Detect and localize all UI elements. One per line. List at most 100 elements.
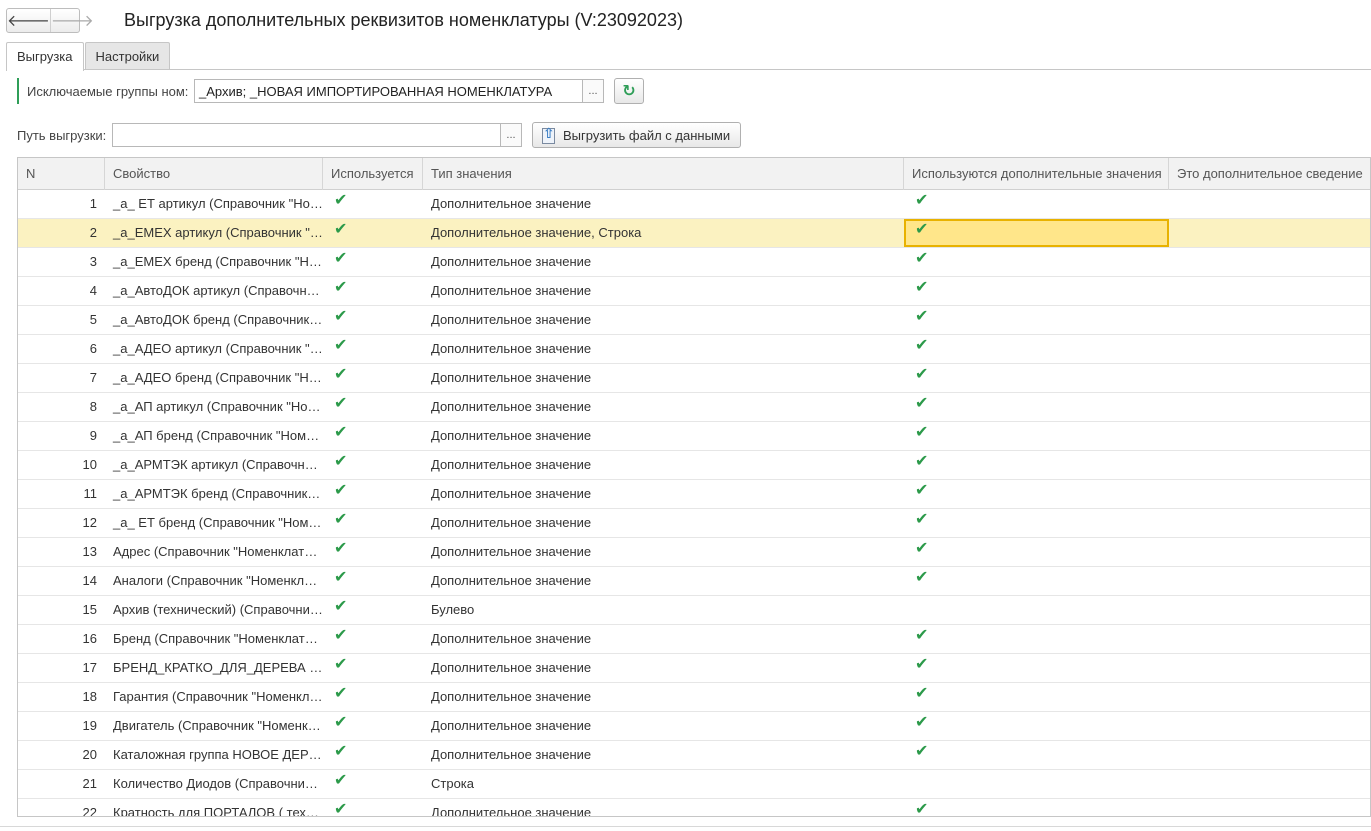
property-name[interactable]: Аналоги (Справочник "Номенклатура") <box>105 567 323 595</box>
additional-values-flag[interactable]: ✔ <box>904 306 1169 334</box>
additional-values-flag[interactable]: ✔ <box>904 277 1169 305</box>
property-name[interactable]: _а_АП артикул (Справочник "Номенклатура"… <box>105 393 323 421</box>
column-header-property[interactable]: Свойство <box>105 158 323 190</box>
export-path-select-button[interactable]: ... <box>501 123 522 147</box>
table-row[interactable]: 21 Количество Диодов (Справочник "Номенкл… <box>18 770 1370 799</box>
used-flag[interactable]: ✔ <box>323 393 423 421</box>
value-type[interactable]: Дополнительное значение <box>423 712 904 740</box>
column-header-additional-values[interactable]: Используются дополнительные значения <box>904 158 1169 190</box>
property-name[interactable]: Количество Диодов (Справочник "Номенклат… <box>105 770 323 798</box>
used-flag[interactable]: ✔ <box>323 364 423 392</box>
value-type[interactable]: Дополнительное значение <box>423 277 904 305</box>
table-row[interactable]: 20 Каталожная группа НОВОЕ ДЕРЕВО (Справо… <box>18 741 1370 770</box>
additional-values-flag[interactable]: ✔ <box>904 712 1169 740</box>
additional-values-flag[interactable]: ✔ <box>904 422 1169 450</box>
value-type[interactable]: Дополнительное значение <box>423 509 904 537</box>
value-type[interactable]: Строка <box>423 770 904 798</box>
table-row[interactable]: 17 БРЕНД_КРАТКО_ДЛЯ_ДЕРЕВА (Справочник "Н… <box>18 654 1370 683</box>
additional-info-flag[interactable] <box>1169 364 1370 392</box>
additional-values-flag[interactable]: ✔ <box>904 393 1169 421</box>
additional-values-flag[interactable]: ✔ <box>904 480 1169 508</box>
property-name[interactable]: _а_АП бренд (Справочник "Номенклатура") <box>105 422 323 450</box>
used-flag[interactable]: ✔ <box>323 335 423 363</box>
property-name[interactable]: Гарантия (Справочник "Номенклатура") <box>105 683 323 711</box>
additional-info-flag[interactable] <box>1169 219 1370 247</box>
additional-info-flag[interactable] <box>1169 422 1370 450</box>
additional-values-flag[interactable]: ✔ <box>904 219 1169 247</box>
additional-info-flag[interactable] <box>1169 480 1370 508</box>
additional-values-flag[interactable]: ✔ <box>904 509 1169 537</box>
additional-info-flag[interactable] <box>1169 509 1370 537</box>
property-name[interactable]: _а_АвтоДОК артикул (Справочник "Номенкла… <box>105 277 323 305</box>
export-path-input[interactable] <box>112 123 501 147</box>
tab-settings[interactable]: Настройки <box>84 42 171 70</box>
table-row[interactable]: 11 _а_АРМТЭК бренд (Справочник "Номенклат… <box>18 480 1370 509</box>
additional-values-flag[interactable]: ✔ <box>904 248 1169 276</box>
column-header-n[interactable]: N <box>18 158 105 190</box>
additional-info-flag[interactable] <box>1169 770 1370 798</box>
table-row[interactable]: 13 Адрес (Справочник "Номенклатура") ✔ Допо… <box>18 538 1370 567</box>
property-name[interactable]: Двигатель (Справочник "Номенклатура") <box>105 712 323 740</box>
additional-values-flag[interactable]: ✔ <box>904 451 1169 479</box>
additional-values-flag[interactable] <box>904 596 1169 624</box>
table-row[interactable]: 4 _а_АвтоДОК артикул (Справочник "Номенкл… <box>18 277 1370 306</box>
property-name[interactable]: _а_АДЕО артикул (Справочник "Номенклатур… <box>105 335 323 363</box>
property-name[interactable]: Бренд (Справочник "Номенклатура") <box>105 625 323 653</box>
value-type[interactable]: Дополнительное значение <box>423 799 904 816</box>
value-type[interactable]: Дополнительное значение <box>423 393 904 421</box>
used-flag[interactable]: ✔ <box>323 451 423 479</box>
additional-values-flag[interactable] <box>904 770 1169 798</box>
table-row[interactable]: 14 Аналоги (Справочник "Номенклатура") ✔ До… <box>18 567 1370 596</box>
table-row[interactable]: 9 _а_АП бренд (Справочник "Номенклатура")… <box>18 422 1370 451</box>
used-flag[interactable]: ✔ <box>323 509 423 537</box>
additional-info-flag[interactable] <box>1169 625 1370 653</box>
property-name[interactable]: Каталожная группа НОВОЕ ДЕРЕВО (Справочн… <box>105 741 323 769</box>
additional-values-flag[interactable]: ✔ <box>904 538 1169 566</box>
value-type[interactable]: Дополнительное значение <box>423 248 904 276</box>
property-name[interactable]: Архив (технический) (Справочник "Номенкл… <box>105 596 323 624</box>
table-row[interactable]: 2 _а_EMEX артикул (Справочник "Номенклату… <box>18 219 1370 248</box>
property-name[interactable]: _а_EMEX бренд (Справочник "Номенклатура"… <box>105 248 323 276</box>
property-name[interactable]: _а_ ЕТ артикул (Справочник "Номенклатура… <box>105 190 323 218</box>
used-flag[interactable]: ✔ <box>323 625 423 653</box>
used-flag[interactable]: ✔ <box>323 248 423 276</box>
table-row[interactable]: 16 Бренд (Справочник "Номенклатура") ✔ Допо… <box>18 625 1370 654</box>
table-row[interactable]: 7 _а_АДЕО бренд (Справочник "Номенклатура… <box>18 364 1370 393</box>
value-type[interactable]: Булево <box>423 596 904 624</box>
refresh-button[interactable]: ↻ <box>614 78 644 104</box>
additional-info-flag[interactable] <box>1169 799 1370 816</box>
used-flag[interactable]: ✔ <box>323 741 423 769</box>
additional-info-flag[interactable] <box>1169 451 1370 479</box>
table-row[interactable]: 1 _а_ ЕТ артикул (Справочник "Номенклатур… <box>18 190 1370 219</box>
column-header-value-type[interactable]: Тип значения <box>423 158 904 190</box>
additional-info-flag[interactable] <box>1169 335 1370 363</box>
additional-values-flag[interactable]: ✔ <box>904 364 1169 392</box>
column-header-additional-info[interactable]: Это дополнительное сведение <box>1169 158 1370 190</box>
table-row[interactable]: 3 _а_EMEX бренд (Справочник "Номенклатура… <box>18 248 1370 277</box>
excluded-groups-select-button[interactable]: ... <box>583 79 604 103</box>
table-row[interactable]: 15 Архив (технический) (Справочник "Номен… <box>18 596 1370 625</box>
value-type[interactable]: Дополнительное значение <box>423 190 904 218</box>
table-row[interactable]: 18 Гарантия (Справочник "Номенклатура") ✔ Д… <box>18 683 1370 712</box>
additional-info-flag[interactable] <box>1169 654 1370 682</box>
table-row[interactable]: 22 Кратность для ПОРТАЛОВ ( технический) … <box>18 799 1370 816</box>
used-flag[interactable]: ✔ <box>323 683 423 711</box>
property-name[interactable]: _а_АДЕО бренд (Справочник "Номенклатура"… <box>105 364 323 392</box>
used-flag[interactable]: ✔ <box>323 770 423 798</box>
additional-values-flag[interactable]: ✔ <box>904 741 1169 769</box>
export-file-button[interactable]: Выгрузить файл с данными <box>532 122 741 148</box>
used-flag[interactable]: ✔ <box>323 799 423 816</box>
table-row[interactable]: 6 _а_АДЕО артикул (Справочник "Номенклату… <box>18 335 1370 364</box>
value-type[interactable]: Дополнительное значение <box>423 741 904 769</box>
used-flag[interactable]: ✔ <box>323 277 423 305</box>
forward-arrow-icon[interactable]: 🡒 <box>49 9 94 32</box>
used-flag[interactable]: ✔ <box>323 190 423 218</box>
additional-values-flag[interactable]: ✔ <box>904 799 1169 816</box>
table-row[interactable]: 10 _а_АРМТЭК артикул (Справочник "Номенкл… <box>18 451 1370 480</box>
property-name[interactable]: _а_АРМТЭК бренд (Справочник "Номенклатур… <box>105 480 323 508</box>
additional-values-flag[interactable]: ✔ <box>904 335 1169 363</box>
additional-info-flag[interactable] <box>1169 248 1370 276</box>
additional-info-flag[interactable] <box>1169 277 1370 305</box>
additional-info-flag[interactable] <box>1169 741 1370 769</box>
additional-info-flag[interactable] <box>1169 683 1370 711</box>
